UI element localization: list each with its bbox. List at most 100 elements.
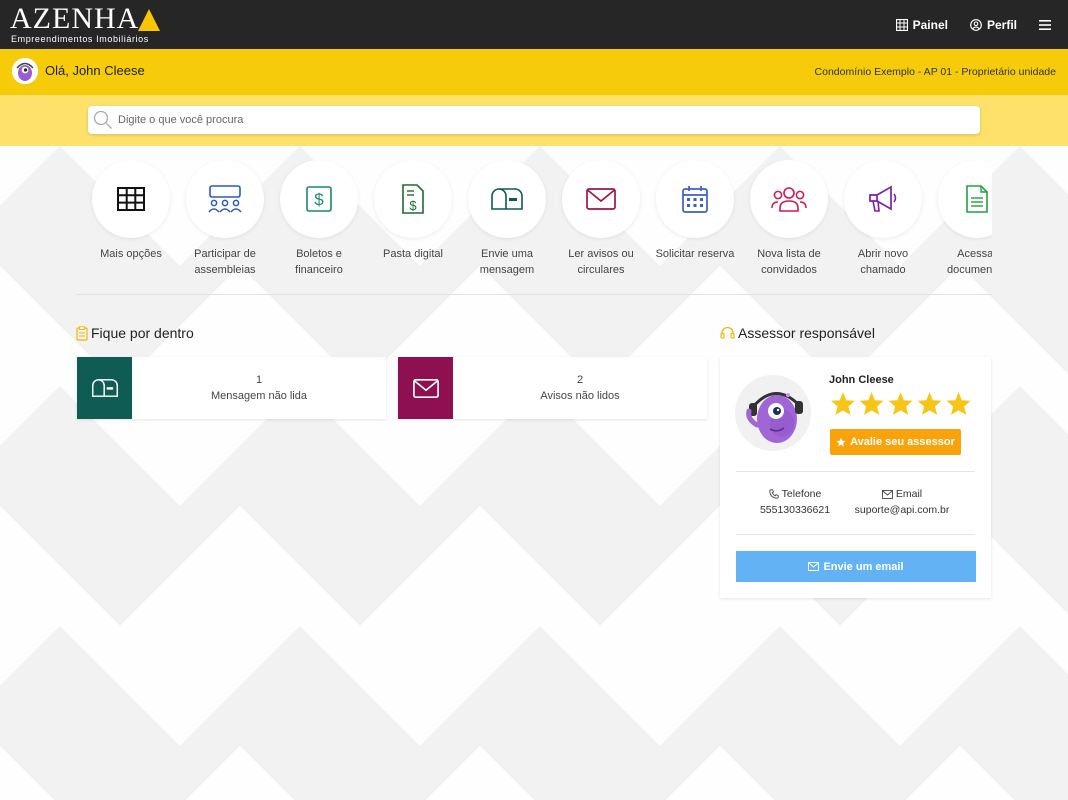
search-box [88, 106, 980, 134]
unread-messages-card[interactable]: 1 Mensagem não lida [77, 357, 386, 419]
card-text: Mensagem não lida [210, 390, 307, 402]
shortcut-label: Solicitar reserva [655, 248, 735, 260]
rate-advisor-button[interactable]: Avalie seu assessor [830, 429, 961, 455]
shortcut-circle: $ [374, 160, 452, 238]
advisor-card: John Cleese Avalie seu assessor Telefone… [720, 357, 991, 598]
shortcut-circle [844, 160, 922, 238]
advisor-rating[interactable] [830, 391, 972, 416]
shortcut-label: Abrir novo chamado [857, 248, 909, 276]
logo-subtitle: Empreendimentos Imobiliários [11, 34, 149, 44]
card-icon-box [398, 357, 453, 419]
hamburger-menu-button[interactable] [1039, 19, 1056, 30]
shortcut-circle [186, 160, 264, 238]
greeting-bar: Olá, John Cleese Condomínio Exemplo - AP… [0, 49, 1068, 95]
card-count: 2 [576, 374, 584, 386]
dollar-icon: $ [306, 186, 332, 212]
shortcut-circle [468, 160, 546, 238]
shortcut-reservation[interactable]: Solicitar reserva [648, 160, 742, 262]
advisor-phone[interactable]: Telefone 555130336621 [735, 488, 855, 516]
news-heading: Fique por dentro [76, 325, 194, 341]
shortcut-circle [750, 160, 828, 238]
assembly-icon [208, 185, 242, 213]
azenha-logo[interactable]: AZENHA Empreendimentos Imobiliários [10, 3, 160, 45]
phone-icon [768, 489, 779, 499]
shortcut-label: Mais opções [100, 248, 162, 260]
section-divider [76, 294, 992, 295]
hamburger-menu-icon [1039, 19, 1051, 30]
shortcut-guest-list[interactable]: Nova lista de convidados [742, 160, 836, 278]
search-bar-area [0, 95, 1068, 146]
nav-profile-label: Perfil [986, 17, 1017, 32]
shortcut-label: Ler avisos ou circulares [568, 248, 634, 276]
search-icon [93, 110, 112, 129]
advisor-divider [736, 471, 975, 472]
phone-value: 555130336621 [759, 504, 831, 516]
advisor-email[interactable]: Email suporte@api.com.br [842, 488, 962, 516]
shortcut-send-message[interactable]: Envie uma mensagem [460, 160, 554, 278]
shortcut-assemblies[interactable]: Participar de assembleias [178, 160, 272, 278]
star-icon [917, 392, 942, 415]
shortcut-circle [92, 160, 170, 238]
headset-icon [720, 326, 735, 339]
shortcut-label: Acessar documentos [947, 248, 992, 276]
logo-title: AZENHA [10, 2, 140, 35]
monster-mascot-icon [735, 375, 811, 451]
star-icon [859, 392, 884, 415]
monster-avatar-icon [12, 58, 38, 84]
shortcut-digital-folder[interactable]: $ Pasta digital [366, 160, 460, 262]
envelope-icon [412, 378, 439, 398]
file-text-icon [966, 185, 988, 213]
shortcut-circle [938, 160, 992, 238]
greeting-text: Olá, John Cleese [45, 63, 145, 78]
svg-text:$: $ [409, 198, 417, 213]
nav-profile-link[interactable]: Perfil [970, 18, 1017, 32]
card-text: Avisos não lidos [540, 390, 620, 402]
top-nav: Painel Perfil [874, 0, 1056, 49]
top-navbar: AZENHA Empreendimentos Imobiliários Pain… [0, 0, 1068, 49]
nav-panel-link[interactable]: Painel [895, 18, 948, 32]
shortcut-label: Boletos e financeiro [295, 248, 343, 276]
email-label: Email [895, 488, 923, 500]
user-avatar[interactable] [12, 58, 38, 84]
shortcut-circle: $ [280, 160, 358, 238]
email-value: suporte@api.com.br [854, 504, 950, 516]
shortcut-circle [562, 160, 640, 238]
news-heading-text: Fique por dentro [91, 325, 194, 341]
shortcuts-carousel: Mais opções Participar de assembleias $ … [84, 160, 992, 290]
svg-text:$: $ [314, 190, 324, 209]
star-icon [946, 392, 971, 415]
grid-icon [117, 187, 145, 211]
search-input[interactable] [118, 106, 973, 134]
star-icon [836, 437, 846, 447]
send-email-button[interactable]: Envie um email [736, 551, 976, 582]
shortcut-circle [656, 160, 734, 238]
calendar-icon [682, 186, 708, 213]
shortcut-open-ticket[interactable]: Abrir novo chamado [836, 160, 930, 278]
logo-triangle-icon [138, 9, 160, 31]
send-email-label: Envie um email [823, 560, 904, 573]
envelope-icon [586, 188, 616, 210]
shortcut-read-notices[interactable]: Ler avisos ou circulares [554, 160, 648, 278]
advisor-avatar [735, 375, 811, 451]
advisor-heading-text: Assessor responsável [738, 325, 875, 341]
star-icon [831, 392, 855, 415]
mailbox-icon [91, 379, 118, 397]
card-count: 1 [255, 374, 263, 386]
clipboard-icon [76, 325, 88, 341]
shortcut-label: Pasta digital [383, 248, 443, 260]
shortcut-label: Participar de assembleias [194, 248, 256, 276]
envelope-icon [881, 489, 893, 499]
rate-advisor-label: Avalie seu assessor [850, 436, 955, 448]
shortcut-more-options[interactable]: Mais opções [84, 160, 178, 262]
shortcut-label: Envie uma mensagem [479, 248, 535, 276]
megaphone-icon [869, 185, 897, 212]
mailbox-icon [491, 188, 523, 210]
advisor-name: John Cleese [829, 374, 894, 386]
unit-info[interactable]: Condomínio Exemplo - AP 01 - Proprietári… [815, 66, 1056, 78]
shortcut-billing[interactable]: $ Boletos e financeiro [272, 160, 366, 278]
phone-label: Telefone [781, 488, 822, 500]
shortcut-documents[interactable]: Acessar documentos [930, 160, 992, 278]
star-icon [888, 392, 913, 415]
envelope-icon [808, 562, 820, 571]
unread-notices-card[interactable]: 2 Avisos não lidos [398, 357, 707, 419]
